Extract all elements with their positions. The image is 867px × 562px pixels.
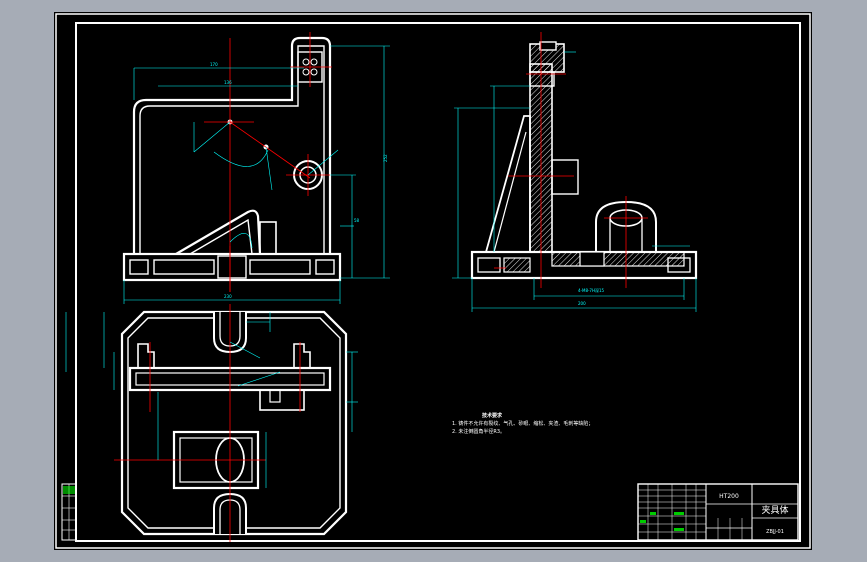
- svg-text:170: 170: [210, 62, 218, 67]
- svg-text:200: 200: [578, 301, 586, 306]
- technical-requirements: 技术要求 1. 铸件不允许有裂纹、气孔、砂眼、缩松、夹渣、毛刺等缺陷； 2. 未…: [452, 412, 593, 436]
- cad-viewport[interactable]: 170 136 252 230 58 4-M8-7H深15 200 HT200 …: [54, 12, 812, 550]
- drawing-title: 夹具体: [761, 504, 788, 516]
- cad-drawing: 170 136 252 230 58 4-M8-7H深15 200 HT200 …: [55, 13, 811, 549]
- technical-requirement-2: 2. 未注倒圆角半径R3。: [452, 429, 506, 435]
- left-revision-strip: [61, 483, 77, 541]
- svg-text:4-M8-7H深15: 4-M8-7H深15: [578, 287, 605, 293]
- technical-requirements-heading: 技术要求: [482, 413, 503, 419]
- side-view: 4-M8-7H深15 200: [452, 32, 698, 312]
- technical-requirement-1: 1. 铸件不允许有裂纹、气孔、砂眼、缩松、夹渣、毛刺等缺陷；: [452, 421, 594, 427]
- svg-text:136: 136: [224, 80, 232, 85]
- front-view: 170 136 252 230 58: [122, 32, 390, 304]
- drawing-number: ZBJJ-01: [766, 529, 784, 535]
- title-block-header: HT200: [719, 493, 739, 500]
- svg-text:230: 230: [224, 294, 232, 299]
- svg-text:252: 252: [383, 154, 388, 162]
- top-view: [65, 304, 358, 542]
- title-block: HT200 夹具体 ZBJJ-01: [637, 483, 799, 541]
- svg-text:58: 58: [354, 218, 360, 223]
